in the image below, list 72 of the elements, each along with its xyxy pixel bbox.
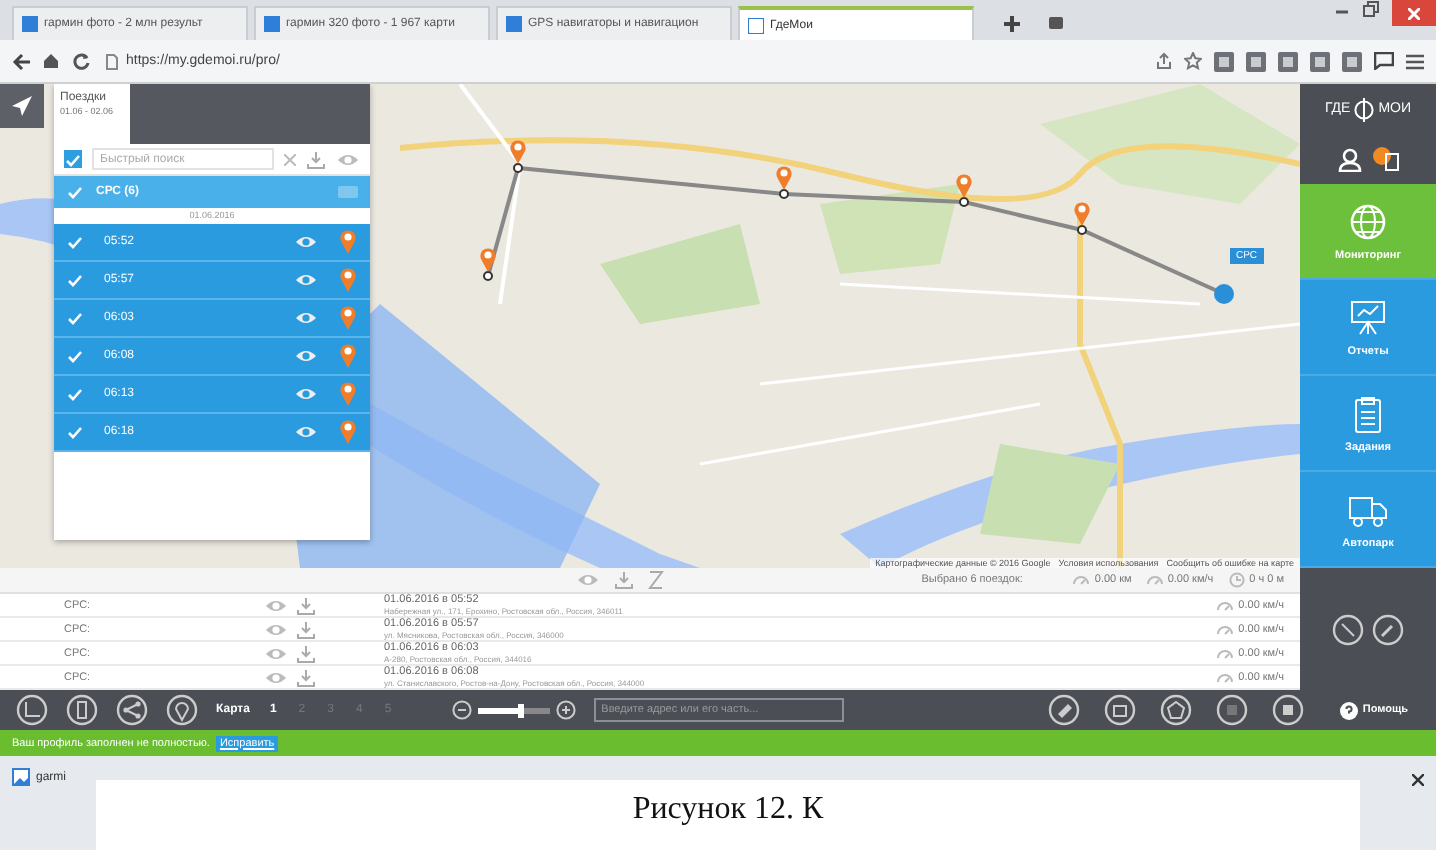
slider-thumb[interactable] <box>518 703 525 717</box>
vehicle-marker[interactable] <box>1214 284 1234 304</box>
speedometer-icon <box>1145 572 1164 588</box>
eye-icon[interactable] <box>294 270 318 290</box>
pin-icon[interactable] <box>338 228 358 256</box>
page-icon <box>748 17 764 33</box>
download-icon[interactable] <box>296 667 316 687</box>
page-icon <box>506 16 522 32</box>
share-icon[interactable] <box>116 694 148 726</box>
speedometer-icon <box>1216 645 1235 661</box>
route-point[interactable] <box>513 163 523 173</box>
help-icon <box>1340 701 1359 719</box>
tab-overview-icon[interactable] <box>1048 16 1064 30</box>
star-icon[interactable] <box>1184 52 1202 70</box>
chat-icon[interactable] <box>1374 52 1394 70</box>
page-icon <box>22 16 38 32</box>
page-icon <box>106 53 118 69</box>
restore-icon[interactable] <box>1362 0 1380 18</box>
download-icon[interactable] <box>296 643 316 663</box>
download-icon[interactable] <box>296 595 316 615</box>
eye-icon[interactable] <box>294 384 318 404</box>
figure-caption: Рисунок 12. К <box>632 792 824 830</box>
select-all-checkbox[interactable] <box>64 150 82 168</box>
eye-icon[interactable] <box>294 232 318 252</box>
speedometer-icon <box>1216 669 1235 685</box>
speedometer-icon <box>1216 597 1235 613</box>
presentation-icon <box>1348 297 1388 337</box>
pin-icon[interactable] <box>338 266 358 294</box>
share-icon[interactable] <box>1156 52 1172 70</box>
location-icon[interactable] <box>166 694 198 726</box>
arrow-icon <box>12 96 32 116</box>
reload-icon[interactable] <box>72 52 90 70</box>
navigation-button[interactable] <box>0 84 44 128</box>
eraser-icon[interactable] <box>1048 694 1081 726</box>
back-icon[interactable] <box>12 53 30 69</box>
user-icon[interactable] <box>1337 147 1361 171</box>
eye-icon[interactable] <box>294 422 318 442</box>
close-button[interactable] <box>1392 0 1436 26</box>
close-icon <box>1408 7 1420 19</box>
wrench-icon[interactable] <box>1372 613 1404 645</box>
route-point[interactable] <box>1077 225 1087 235</box>
route-point[interactable] <box>779 189 789 199</box>
download-icon[interactable] <box>306 149 326 169</box>
notification-icon[interactable] <box>1371 146 1399 172</box>
stop-icon[interactable] <box>1272 694 1305 726</box>
globe-icon <box>1354 97 1375 121</box>
eye-icon[interactable] <box>294 308 318 328</box>
close-icon[interactable] <box>1412 774 1424 786</box>
page-icon <box>264 16 280 32</box>
eye-icon[interactable] <box>294 346 318 366</box>
pin-icon[interactable] <box>338 304 358 332</box>
route-point[interactable] <box>483 271 493 281</box>
download-icon[interactable] <box>296 619 316 639</box>
route-point[interactable] <box>959 197 969 207</box>
home-icon[interactable] <box>42 52 60 70</box>
zoom-slider[interactable] <box>477 707 550 713</box>
battery-icon[interactable] <box>66 694 98 726</box>
ruler-icon[interactable] <box>16 694 48 726</box>
pin-icon[interactable] <box>338 380 358 408</box>
clock-icon <box>1227 572 1246 588</box>
image-icon <box>12 768 30 786</box>
check-icon <box>64 151 82 167</box>
zoom-out-icon[interactable] <box>451 700 472 720</box>
zoom-in-icon[interactable] <box>555 700 576 720</box>
pin-icon[interactable] <box>338 342 358 370</box>
globe-icon <box>1348 201 1388 241</box>
route-icon <box>1072 572 1091 588</box>
speedometer-icon <box>1216 621 1235 637</box>
plus-icon[interactable] <box>1004 15 1020 31</box>
menu-icon[interactable] <box>1406 53 1424 69</box>
no-sign-icon[interactable] <box>1332 613 1364 645</box>
pin-icon[interactable] <box>338 418 358 446</box>
